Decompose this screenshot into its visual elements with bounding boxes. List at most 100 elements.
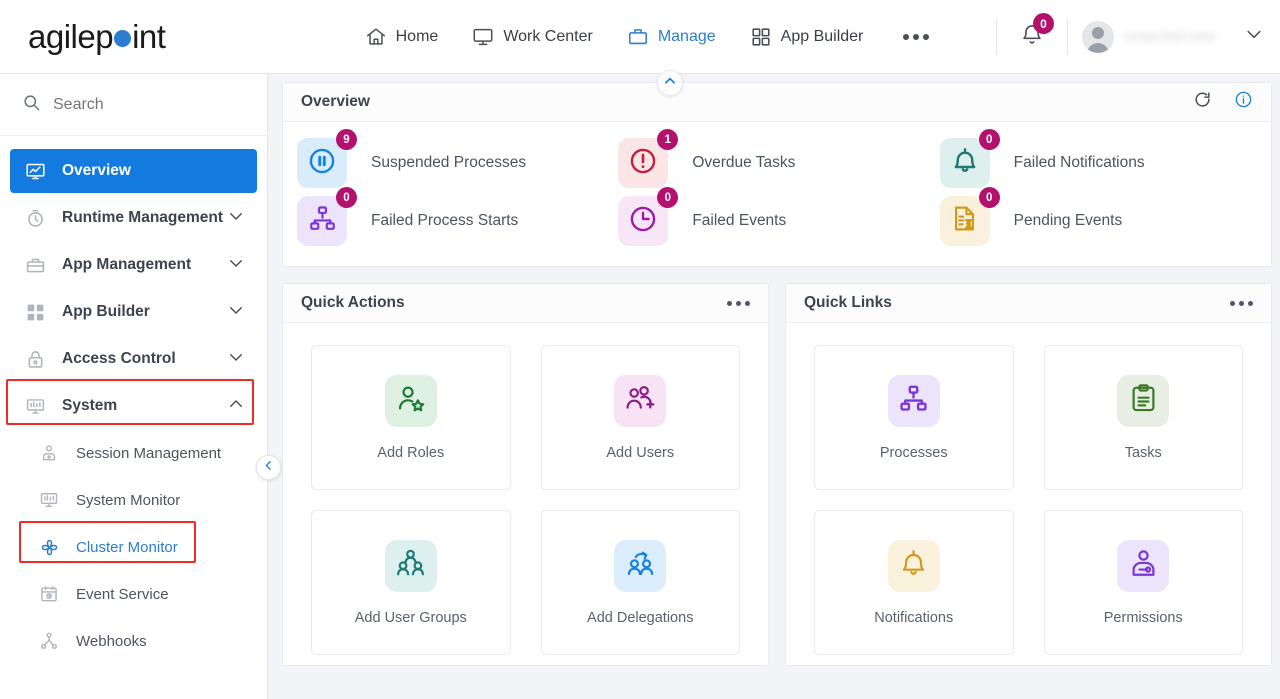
quick-link-label: Permissions [1103, 609, 1183, 626]
sidebar-label-access-control: Access Control [62, 350, 176, 367]
quick-link-processes[interactable]: Processes [814, 345, 1014, 490]
stat-label: Overdue Tasks [692, 154, 796, 171]
brand-logo-text: agilep int [28, 17, 166, 56]
stat-tile: 9 [297, 129, 357, 188]
topnav-item-manage[interactable]: Manage [627, 26, 716, 48]
more-options-icon[interactable] [727, 300, 750, 306]
sidebar-label-webhooks: Webhooks [76, 632, 147, 650]
sidebar-item-app-builder[interactable]: App Builder [10, 290, 257, 334]
topnav-label-app-builder: App Builder [780, 27, 864, 45]
quick-links-grid: Processes Tasks Notifications Permission… [786, 323, 1271, 665]
sidebar-item-webhooks[interactable]: Webhooks [10, 619, 257, 663]
stat-failed-process-starts[interactable]: 0 Failed Process Starts [297, 187, 618, 246]
hierarchy-icon [897, 382, 930, 420]
user-star-icon [394, 382, 427, 420]
sidebar-item-app-management[interactable]: App Management [10, 243, 257, 287]
quick-action-label: Add Delegations [587, 609, 694, 626]
stat-failed-notifications[interactable]: 0 Failed Notifications [939, 129, 1261, 188]
overview-stats-grid: 9 Suspended Processes 1 Overdue Tasks 0 … [283, 122, 1271, 266]
chevron-down-icon[interactable] [227, 301, 245, 324]
topnav-more-options-icon[interactable] [897, 33, 935, 40]
sidebar: Overview Runtime Management App Manageme… [0, 74, 281, 699]
topnav-item-app-builder[interactable]: App Builder [750, 26, 864, 48]
quick-action-add-users[interactable]: Add Users [540, 345, 740, 490]
quick-link-notifications[interactable]: Notifications [814, 510, 1014, 655]
header-right-area: 0 redacted-user [982, 13, 1280, 56]
grid-icon [750, 26, 772, 48]
chevron-down-icon[interactable] [227, 254, 245, 277]
topnav-item-work-center[interactable]: Work Center [472, 26, 593, 48]
stat-badge: 0 [336, 187, 357, 208]
sidebar-item-overview[interactable]: Overview [10, 149, 257, 193]
quick-action-label: Add User Groups [354, 609, 467, 626]
sidebar-label-app-builder: App Builder [62, 303, 150, 320]
sidebar-nav-list: Overview Runtime Management App Manageme… [0, 136, 267, 663]
stat-overdue-tasks[interactable]: 1 Overdue Tasks [618, 129, 939, 188]
main-content: Overview 9 Suspended Processes 1 Overdue… [268, 70, 1280, 699]
briefcase-icon [627, 26, 649, 48]
sidebar-item-cluster-monitor[interactable]: Cluster Monitor [10, 521, 257, 569]
stat-tile: 0 [939, 187, 1000, 246]
topnav-item-home[interactable]: Home [365, 26, 438, 48]
quick-actions-title: Quick Actions [301, 294, 405, 311]
sidebar-item-access-control[interactable]: Access Control [10, 337, 257, 381]
quick-links-title: Quick Links [804, 294, 892, 311]
chevron-down-icon[interactable] [227, 207, 245, 230]
quick-link-tile [887, 374, 940, 427]
brand-logo[interactable]: agilep int [0, 18, 268, 56]
sidebar-item-runtime-management[interactable]: Runtime Management [10, 196, 257, 240]
quick-link-tasks[interactable]: Tasks [1043, 345, 1243, 490]
sidebar-item-session-management[interactable]: Session Management [10, 431, 257, 475]
clock-circle-icon [627, 203, 659, 240]
user-card-icon [36, 443, 62, 463]
app-header: agilep int Home Work Center Manage App B… [0, 0, 1280, 74]
sidebar-item-system-monitor[interactable]: System Monitor [10, 478, 257, 522]
quick-action-add-user-groups[interactable]: Add User Groups [311, 510, 511, 655]
info-icon[interactable] [1234, 90, 1253, 114]
user-name-label: redacted-user [1124, 28, 1217, 45]
exclamation-circle-icon [627, 145, 659, 182]
sidebar-item-event-service[interactable]: Event Service [10, 572, 257, 616]
sidebar-item-system[interactable]: System [6, 379, 257, 428]
stat-suspended-processes[interactable]: 9 Suspended Processes [297, 129, 618, 188]
more-options-icon[interactable] [1230, 300, 1253, 306]
quick-link-label: Notifications [874, 609, 954, 626]
overview-panel-header: Overview [283, 83, 1271, 122]
topnav-label-work-center: Work Center [503, 27, 593, 45]
user-key-icon [1127, 547, 1160, 585]
sidebar-label-overview: Overview [62, 162, 131, 179]
quick-link-tile [1117, 539, 1170, 592]
webhook-icon [36, 631, 62, 651]
search-input[interactable] [53, 95, 223, 114]
chevron-left-icon [262, 459, 275, 477]
stat-failed-events[interactable]: 0 Failed Events [618, 187, 939, 246]
notifications-button[interactable]: 0 [1011, 13, 1054, 56]
quick-link-label: Tasks [1124, 444, 1162, 461]
quick-action-label: Add Users [606, 444, 675, 461]
sidebar-search[interactable] [0, 74, 267, 136]
quick-links-header: Quick Links [786, 284, 1271, 323]
brand-name-part2: int [132, 17, 166, 55]
quick-link-label: Processes [879, 444, 948, 461]
chevron-down-icon[interactable] [1244, 24, 1264, 49]
stat-badge: 0 [657, 187, 679, 208]
refresh-icon[interactable] [1193, 90, 1212, 114]
chevron-down-icon[interactable] [227, 348, 245, 371]
quick-action-tile [614, 539, 667, 592]
overview-collapse-button[interactable] [657, 70, 683, 96]
quick-action-add-roles[interactable]: Add Roles [311, 345, 511, 490]
quick-action-add-delegations[interactable]: Add Delegations [540, 510, 740, 655]
quick-link-permissions[interactable]: Permissions [1043, 510, 1243, 655]
chevron-up-icon [663, 74, 677, 93]
chevron-up-icon[interactable] [227, 395, 245, 418]
sidebar-collapse-button[interactable] [256, 455, 281, 480]
brand-dot-icon [114, 29, 132, 47]
stat-label: Pending Events [1013, 212, 1123, 229]
stat-tile: 0 [618, 187, 679, 246]
pending-document-icon [949, 203, 980, 239]
quick-links-panel: Quick Links Processes Tasks Notification… [785, 283, 1272, 666]
avatar[interactable] [1082, 20, 1114, 53]
briefcase-icon [22, 255, 48, 276]
stat-pending-events[interactable]: 0 Pending Events [939, 187, 1261, 246]
grid-icon [22, 302, 48, 323]
